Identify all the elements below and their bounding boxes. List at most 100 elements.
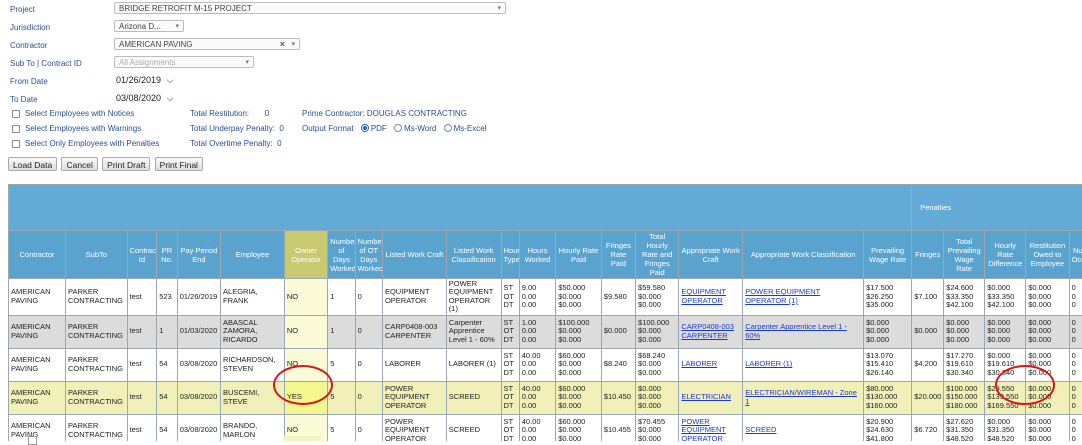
column-header[interactable]: Listed Work Craft	[382, 231, 446, 279]
cell-line: 0.00	[522, 301, 553, 309]
column-header[interactable]: Number Occurrences	[1069, 231, 1082, 279]
jurisdiction-value: Arizona D...	[119, 22, 161, 31]
contractor-select[interactable]: AMERICAN PAVING × ▾	[114, 38, 300, 50]
cell-line: $0.000	[638, 336, 676, 344]
cell-employee: BUSCEMI, STEVE	[221, 381, 285, 414]
jurisdiction-select[interactable]: Arizona D... ▾	[114, 20, 184, 32]
project-select[interactable]: BRIDGE RETROFIT M-15 PROJECT ▾	[114, 2, 506, 14]
cell-period: 03/08/2020	[177, 381, 220, 414]
cell-classification: SCREED	[446, 381, 501, 414]
cell-line: $169.550	[987, 402, 1023, 410]
notices-label: Select Employees with Notices	[25, 109, 134, 118]
cell-line: 0	[1072, 402, 1082, 410]
cell-rate: $60.000$0.000$0.000	[556, 414, 602, 441]
work-craft-link[interactable]: SCREED	[745, 425, 776, 434]
cell-hour-type: STOTDT	[501, 348, 519, 381]
table-row[interactable]: AMERICAN PAVINGPARKER CONTRACTINGtest540…	[9, 381, 1082, 414]
table-row[interactable]: AMERICAN PAVINGPARKER CONTRACTINGtest540…	[9, 348, 1082, 381]
load-data-button[interactable]: Load Data	[8, 157, 57, 171]
work-craft-link[interactable]: EQUIPMENT OPERATOR	[681, 287, 726, 304]
pdf-radio[interactable]	[361, 124, 369, 132]
print-draft-button[interactable]: Print Draft	[102, 157, 150, 171]
work-craft-link[interactable]: LABORER	[681, 359, 717, 368]
cell-employee: ALEGRIA, FRANK	[221, 279, 285, 316]
column-header[interactable]: Total Prevailing Wage Rate	[944, 231, 985, 279]
group-header-blank	[9, 185, 912, 231]
column-header[interactable]: Number of OT Days Worked	[355, 231, 382, 279]
cell-line: $30.340	[987, 369, 1023, 377]
cell-pr: 523	[157, 279, 178, 316]
column-header[interactable]: Pay Period End	[177, 231, 220, 279]
column-header[interactable]: Appropriate Work Craft	[679, 231, 743, 279]
table-row[interactable]: AMERICAN PAVINGPARKER CONTRACTINGtest523…	[9, 279, 1082, 316]
work-craft-link[interactable]: POWER EQUIPMENT OPERATOR	[681, 417, 726, 441]
chevron-down-icon: ▾	[291, 40, 295, 48]
column-header[interactable]: Contractor	[9, 231, 66, 279]
cell-line: $48.520	[946, 435, 982, 441]
cell-subto: PARKER CONTRACTING	[66, 279, 128, 316]
column-header[interactable]: SubTo	[66, 231, 128, 279]
column-header[interactable]: Prevailing Wage Rate	[864, 231, 912, 279]
print-final-button[interactable]: Print Final	[155, 157, 203, 171]
column-header[interactable]: PR No.	[157, 231, 178, 279]
subto-select[interactable]: All Assignments ▾	[114, 56, 254, 68]
work-craft-link[interactable]: ELECTRICIAN/WIREMAN - Zone 1	[745, 388, 857, 405]
word-radio[interactable]	[394, 124, 402, 132]
cell-line: DT	[504, 369, 517, 377]
work-craft-link[interactable]: POWER EQUIPMENT OPERATOR (1)	[745, 287, 820, 304]
from-date-value: 01/26/2019	[116, 75, 161, 85]
cell-hour-type: STOTDT	[501, 279, 519, 316]
cancel-button[interactable]: Cancel	[61, 157, 97, 171]
column-header[interactable]: Number of Days Worked	[328, 231, 355, 279]
cell-days: 1	[328, 279, 355, 316]
to-date-picker[interactable]: 03/08/2020 ⌵	[114, 92, 184, 104]
cell-rate: $60.000$0.000$0.000	[556, 381, 602, 414]
cell-restitution: $0.000$0.000$0.000	[1026, 315, 1069, 348]
cell-rate: $60.000$0.000$0.000	[556, 348, 602, 381]
work-craft-link[interactable]: CARP0408-003 CARPENTER	[681, 322, 734, 339]
penalties-grid: Penalties ContractorSubToContract IdPR N…	[8, 184, 1082, 441]
column-header[interactable]: Owner Operator	[284, 231, 327, 279]
cell-subto: PARKER CONTRACTING	[66, 381, 128, 414]
cell-line: DT	[504, 402, 517, 410]
cell-restitution: $0.000$0.000$0.000	[1026, 279, 1069, 316]
cell-line: $0.000	[1028, 402, 1066, 410]
penalties-checkbox[interactable]	[12, 140, 20, 148]
column-header[interactable]: Restitution Owed to Employee	[1026, 231, 1069, 279]
cell-line: DT	[504, 435, 517, 441]
cell-restitution: $0.000$0.000$0.000	[1026, 414, 1069, 441]
total-underpay-value: 0	[279, 124, 283, 133]
column-header[interactable]: Fringes	[912, 231, 944, 279]
cell-line: $180.000	[946, 402, 982, 410]
cell-fringe-paid: $0.000	[601, 315, 635, 348]
cell-fringe-paid: $9.580	[601, 279, 635, 316]
from-date-picker[interactable]: 01/26/2019 ⌵	[114, 74, 184, 86]
output-format-label: Output Format	[302, 124, 354, 133]
column-header[interactable]: Total Hourly Rate and Fringes Paid	[636, 231, 679, 279]
warnings-checkbox[interactable]	[12, 125, 20, 133]
column-header[interactable]: Appropriate Work Classification	[743, 231, 864, 279]
subto-value: All Assignments	[119, 58, 175, 67]
cell-occurrences: 000	[1069, 414, 1082, 441]
cell-line: $0.000	[638, 301, 676, 309]
work-craft-link[interactable]: Carpenter Apprentice Level 1 - 60%	[745, 322, 847, 339]
notices-checkbox[interactable]	[12, 110, 20, 118]
column-header[interactable]: Fringes Rate Paid	[601, 231, 635, 279]
clear-icon[interactable]: ×	[280, 39, 285, 49]
excel-radio[interactable]	[444, 124, 452, 132]
column-header[interactable]: Hourly Rate Paid	[556, 231, 602, 279]
chevron-down-icon: ▾	[497, 4, 501, 12]
column-header[interactable]: Hour Type	[501, 231, 519, 279]
column-header[interactable]: Contract Id	[127, 231, 157, 279]
column-header[interactable]: Listed Work Classification	[446, 231, 501, 279]
cell-line: $0.000	[558, 435, 599, 441]
table-row[interactable]: AMERICAN PAVINGPARKER CONTRACTINGtest540…	[9, 414, 1082, 441]
column-header[interactable]: Employee	[221, 231, 285, 279]
cell-line: $30.340	[946, 369, 982, 377]
project-label: Project	[10, 5, 35, 14]
column-header[interactable]: Hourly Rate Difference	[985, 231, 1026, 279]
table-row[interactable]: AMERICAN PAVINGPARKER CONTRACTINGtest101…	[9, 315, 1082, 348]
work-craft-link[interactable]: ELECTRICIAN	[681, 392, 731, 401]
work-craft-link[interactable]: LABORER (1)	[745, 359, 792, 368]
column-header[interactable]: Hours Worked	[519, 231, 555, 279]
